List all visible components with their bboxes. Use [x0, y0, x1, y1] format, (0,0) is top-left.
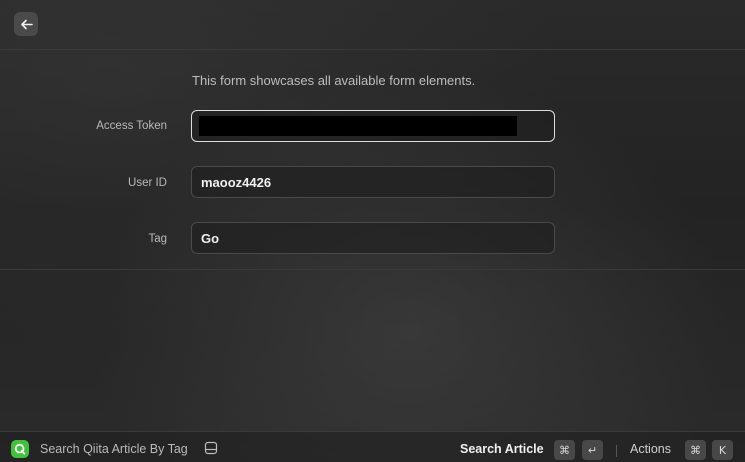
keyboard-icon[interactable]: [204, 441, 218, 455]
k-key: K: [712, 440, 733, 460]
top-bar: [0, 0, 745, 50]
access-token-field[interactable]: [191, 110, 555, 142]
enter-key: ↵: [582, 440, 603, 460]
search-article-button[interactable]: Search Article: [460, 442, 544, 456]
back-button[interactable]: [14, 12, 38, 36]
form-description: This form showcases all available form e…: [192, 73, 476, 88]
extension-title: Search Qiita Article By Tag: [40, 442, 188, 456]
command-key: ⌘: [685, 440, 706, 460]
form: This form showcases all available form e…: [0, 50, 745, 270]
access-token-label: Access Token: [96, 120, 167, 132]
qiita-q-icon: [11, 440, 29, 458]
tag-label: Tag: [148, 233, 167, 245]
command-key: ⌘: [554, 440, 575, 460]
divider: [616, 445, 617, 457]
user-id-field[interactable]: maooz4426: [191, 166, 555, 198]
extension-window: This form showcases all available form e…: [0, 0, 745, 462]
user-id-label: User ID: [128, 177, 167, 189]
actions-button[interactable]: Actions: [630, 442, 671, 456]
arrow-left-icon: [20, 19, 33, 29]
action-bar: Search Qiita Article By Tag Search Artic…: [0, 431, 745, 462]
redacted-value: [199, 116, 517, 136]
tag-field[interactable]: Go: [191, 222, 555, 254]
